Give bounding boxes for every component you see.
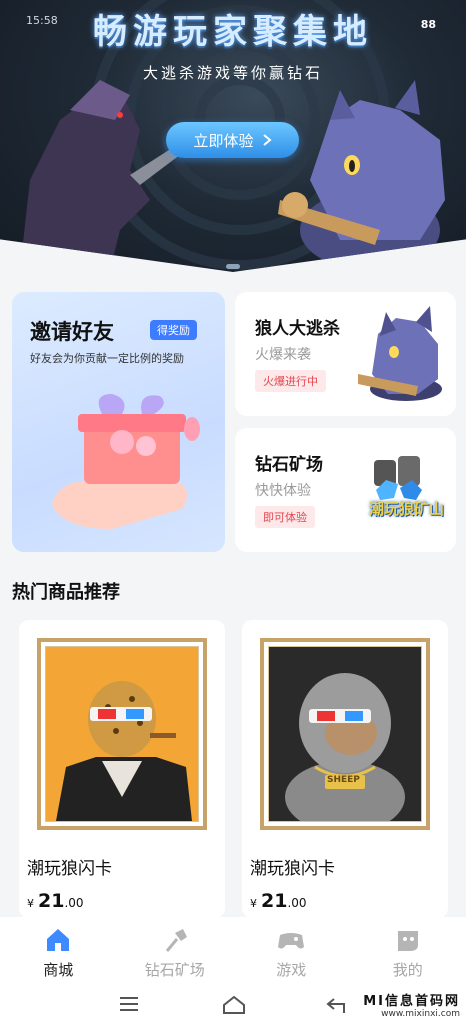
bottom-tab-bar: 商城 钻石矿场 游戏 我的 [0,917,466,985]
product-image-frame: SHEEP [260,638,430,830]
back-icon[interactable] [326,995,348,1015]
product-card[interactable]: SHEEP 潮玩狼闪卡 ¥ 21 .00 [242,620,448,918]
werewolf-battle-card[interactable]: 狼人大逃杀 火爆来袭 火爆进行中 [235,292,456,416]
werewolf-warrior-art [20,80,205,270]
watermark: MI信息首码网 www.mixinxi.com [363,994,460,1019]
tab-mall[interactable]: 商城 [0,917,117,985]
profile-icon [397,931,418,951]
menu-icon[interactable] [118,995,140,1013]
product-name: 潮玩狼闪卡 [250,859,335,879]
product-image-frame [37,638,207,830]
product-name: 潮玩狼闪卡 [27,859,112,879]
tab-games[interactable]: 游戏 [233,917,350,985]
wolf-character-icon [358,306,442,401]
banner-title: 畅游玩家聚集地 [93,12,373,52]
mine-card-subtitle: 快快体验 [255,483,311,499]
mine-card-title: 钻石矿场 [255,455,323,475]
tab-diamond-mine[interactable]: 钻石矿场 [117,917,234,985]
invite-title: 邀请好友 [30,320,114,344]
product-card[interactable]: 潮玩狼闪卡 ¥ 21 .00 [19,620,225,918]
wolf-card-subtitle: 火爆来袭 [255,347,311,363]
product-price: ¥ 21 .00 [27,890,84,912]
tab-profile[interactable]: 我的 [350,917,466,985]
diamond-mine-icon [374,456,422,500]
invite-description: 好友会为你贡献一定比例的奖励 [30,352,184,365]
home-icon [47,929,70,951]
mine-logo-text: 潮玩狼矿山 [368,500,444,518]
mine-card-tag: 即可体验 [255,506,315,528]
carousel-indicator[interactable] [226,264,240,269]
wolf-card-title: 狼人大逃杀 [255,319,340,339]
leopard-character-image [56,681,192,821]
product-price: ¥ 21 .00 [250,890,307,912]
sheep-character-image [285,673,405,821]
wolf-card-tag: 火爆进行中 [255,370,326,392]
home-nav-icon[interactable] [222,995,246,1015]
diamond-mine-card[interactable]: 钻石矿场 快快体验 即可体验 潮玩狼矿山 [235,428,456,552]
cartoon-wolf-art [278,80,445,270]
gift-hand-icon [52,394,200,529]
section-title: 热门商品推荐 [12,582,120,603]
banner-subtitle: 大逃杀游戏等你赢钻石 [142,64,323,82]
try-now-label: 立即体验 [193,131,254,150]
reward-badge: 得奖励 [150,320,197,340]
hero-banner[interactable]: 15:58 88 畅游玩家聚集地 大逃杀游戏等你赢钻石 立即体验 [0,0,466,272]
shovel-icon [165,929,187,952]
chain-pendant-text: SHEEP [327,775,360,785]
try-now-button[interactable]: 立即体验 [166,122,299,158]
gamepad-icon [278,933,305,949]
invite-friends-card[interactable]: 邀请好友 得奖励 好友会为你贡献一定比例的奖励 [12,292,225,552]
chevron-right-icon [262,134,272,146]
